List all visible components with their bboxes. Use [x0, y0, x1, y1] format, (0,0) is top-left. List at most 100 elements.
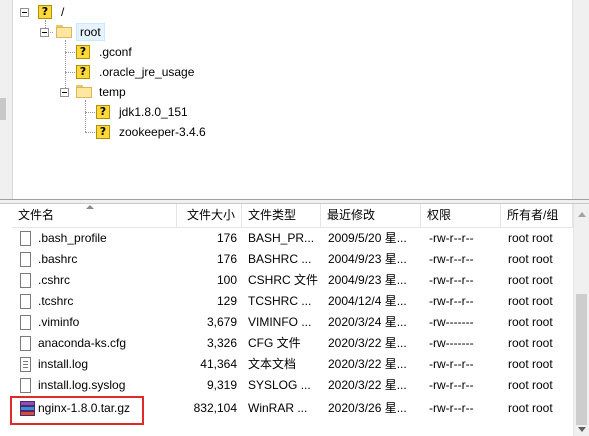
file-permissions: -rw-r--r-- — [429, 273, 474, 287]
file-row[interactable]: .cshrc 100 CSHRC 文件 2004/9/23 星... -rw-r--r-… — [12, 270, 573, 291]
tree-node-label: temp — [99, 85, 126, 99]
file-row[interactable]: .tcshrc 129 TCSHRC ... 2004/12/4 星... -rw-r-… — [12, 291, 573, 312]
file-modified: 2004/9/23 星... — [328, 273, 407, 287]
column-header-modified[interactable]: 最近修改 — [321, 204, 421, 227]
file-modified: 2020/3/24 星... — [328, 315, 407, 329]
column-header-label: 最近修改 — [327, 208, 376, 222]
file-type: VIMINFO ... — [248, 315, 312, 329]
column-header-label: 文件大小 — [186, 208, 235, 222]
document-icon — [20, 336, 31, 351]
file-name: .viminfo — [38, 315, 80, 329]
file-size: 3,326 — [206, 336, 237, 350]
file-type: TCSHRC ... — [248, 294, 312, 308]
file-permissions: -rw-r--r-- — [429, 252, 474, 266]
file-name-cell: .bash_profile — [18, 228, 178, 249]
file-size: 100 — [216, 273, 237, 287]
tree-node-label: .oracle_jre_usage — [99, 65, 195, 79]
file-type: WinRAR ... — [248, 401, 308, 415]
file-name-cell: .tcshrc — [18, 291, 178, 312]
file-row[interactable]: .bashrc 176 BASHRC ... 2004/9/23 星... -rw-r-… — [12, 249, 573, 270]
tree-node-label: zookeeper-3.4.6 — [119, 125, 206, 139]
tree-connector — [65, 40, 66, 92]
collapse-root-folder-toggle[interactable] — [40, 28, 49, 37]
file-type: BASHRC ... — [248, 252, 312, 266]
file-row[interactable]: .bash_profile 176 BASH_PR... 2009/5/20 星...… — [12, 228, 573, 249]
file-row[interactable]: .viminfo 3,679 VIMINFO ... 2020/3/24 星... -r… — [12, 312, 573, 333]
column-header-label: 文件类型 — [248, 208, 297, 222]
file-name: .bash_profile — [38, 231, 107, 245]
file-modified: 2020/3/22 星... — [328, 336, 407, 350]
file-size: 41,364 — [200, 357, 237, 371]
file-owner: root root — [508, 378, 553, 392]
scrollbar-thumb[interactable] — [576, 294, 587, 425]
tree-connector — [85, 112, 95, 113]
file-name-cell: anaconda-ks.cfg — [18, 333, 178, 354]
column-header-size[interactable]: 文件大小 — [177, 204, 242, 227]
file-modified: 2020/3/22 星... — [328, 357, 407, 371]
file-type: 文本文档 — [248, 357, 297, 371]
file-type: CFG 文件 — [248, 336, 301, 350]
column-header-label: 文件名 — [18, 208, 55, 222]
column-header-label: 权限 — [427, 208, 452, 222]
column-header-name[interactable]: 文件名 — [12, 204, 177, 227]
tree-connector — [65, 52, 75, 53]
file-row[interactable]: anaconda-ks.cfg 3,326 CFG 文件 2020/3/22 星...… — [12, 333, 573, 354]
file-name: anaconda-ks.cfg — [38, 336, 127, 350]
file-size: 129 — [216, 294, 237, 308]
unknown-folder-icon: ? — [96, 105, 110, 119]
scroll-up-arrow-icon[interactable] — [578, 212, 586, 217]
tree-node-label: .gconf — [99, 45, 132, 59]
text-document-icon — [20, 357, 31, 372]
file-permissions: -rw-r--r-- — [429, 231, 474, 245]
file-type: CSHRC 文件 — [248, 273, 318, 287]
collapse-root-toggle[interactable] — [20, 8, 29, 17]
file-owner: root root — [508, 336, 553, 350]
file-row[interactable]: install.log 41,364 文本文档 2020/3/22 星... -rw-r… — [12, 354, 573, 375]
scroll-down-arrow-icon[interactable] — [578, 427, 586, 432]
file-list-vertical-scrollbar[interactable] — [573, 204, 589, 436]
folder-icon — [76, 85, 92, 98]
file-name: install.log — [38, 357, 89, 371]
file-modified: 2004/9/23 星... — [328, 252, 407, 266]
file-owner: root root — [508, 273, 553, 287]
folder-icon — [56, 25, 72, 38]
file-size: 3,679 — [206, 315, 237, 329]
file-modified: 2004/12/4 星... — [328, 294, 407, 308]
document-icon — [20, 231, 31, 246]
file-name: .cshrc — [38, 273, 71, 287]
collapse-temp-toggle[interactable] — [60, 88, 69, 97]
file-row[interactable]: install.log.syslog 9,319 SYSLOG ... 2020/3/… — [12, 375, 573, 396]
file-name-cell: .bashrc — [18, 249, 178, 270]
file-modified: 2020/3/26 星... — [328, 401, 407, 415]
sort-ascending-icon — [86, 205, 94, 209]
file-owner: root root — [508, 252, 553, 266]
column-header-owner[interactable]: 所有者/组 — [501, 204, 573, 227]
file-owner: root root — [508, 401, 553, 415]
file-permissions: -rw-r--r-- — [429, 357, 474, 371]
highlight-annotation-box — [10, 396, 144, 425]
file-size: 9,319 — [206, 378, 237, 392]
unknown-folder-icon: ? — [96, 125, 110, 139]
file-name-cell: .cshrc — [18, 270, 178, 291]
file-type: BASH_PR... — [248, 231, 315, 245]
strip-notch — [0, 98, 6, 120]
document-icon — [20, 378, 31, 393]
folder-tree-pane[interactable]: ? / root ? .gconf ? .oracle_jre_usage te… — [0, 0, 589, 199]
unknown-folder-icon: ? — [76, 65, 90, 79]
tree-node-label: root — [76, 23, 105, 41]
file-name: .bashrc — [38, 252, 78, 266]
file-size: 832,104 — [193, 401, 237, 415]
column-header-type[interactable]: 文件类型 — [242, 204, 321, 227]
file-owner: root root — [508, 294, 553, 308]
file-name-cell: .viminfo — [18, 312, 178, 333]
file-permissions: -rw------- — [429, 336, 474, 350]
file-name: .tcshrc — [38, 294, 74, 308]
tree-vertical-scrollbar[interactable] — [572, 0, 589, 199]
file-permissions: -rw------- — [429, 315, 474, 329]
tree-connector — [65, 72, 75, 73]
column-header-label: 所有者/组 — [507, 208, 559, 222]
unknown-folder-icon: ? — [38, 5, 52, 19]
file-owner: root root — [508, 231, 553, 245]
column-header-permissions[interactable]: 权限 — [421, 204, 501, 227]
file-permissions: -rw-r--r-- — [429, 401, 474, 415]
